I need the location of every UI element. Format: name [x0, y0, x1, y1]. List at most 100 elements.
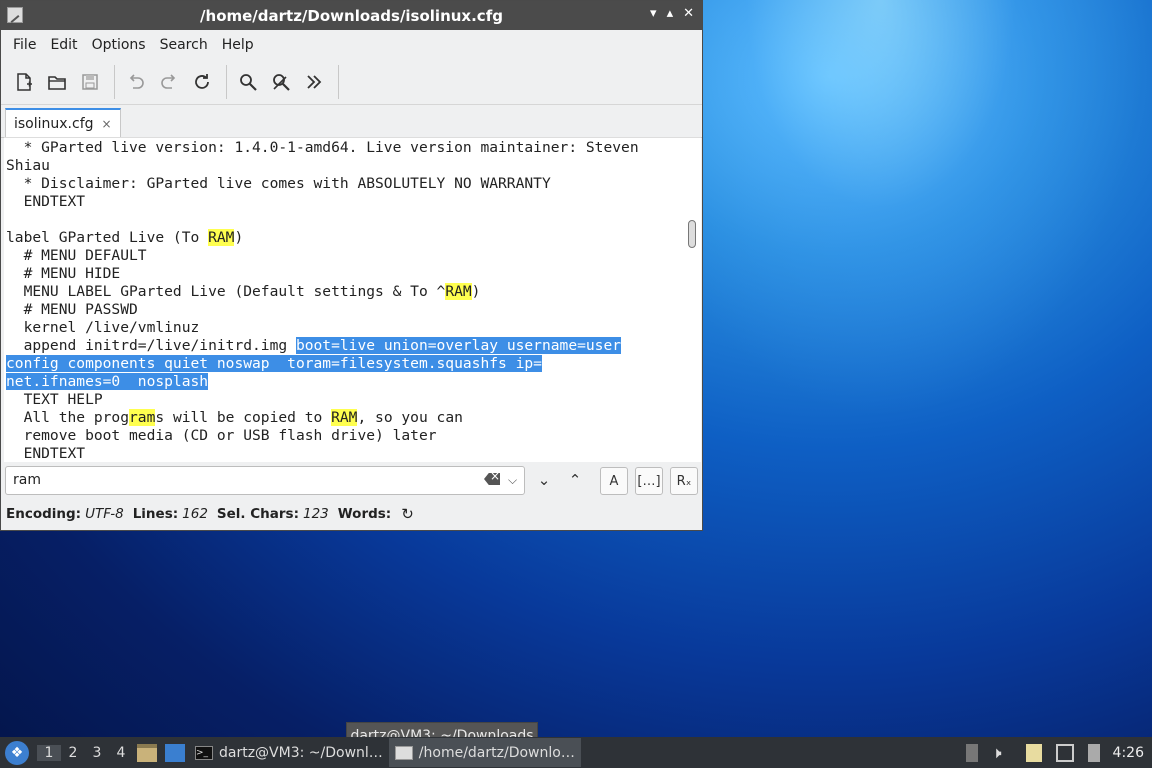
code-line[interactable]: config components quiet noswap toram=fil… — [6, 355, 701, 373]
menu-search[interactable]: Search — [153, 37, 215, 53]
menu-options[interactable]: Options — [85, 37, 153, 53]
code-line[interactable]: append initrd=/live/initrd.img boot=live… — [6, 337, 701, 355]
workspace-3[interactable]: 3 — [85, 745, 109, 761]
regex-button[interactable]: Rₓ — [670, 467, 698, 495]
vertical-scrollbar[interactable] — [688, 220, 696, 248]
go-to-line-icon[interactable] — [299, 67, 329, 97]
code-line[interactable]: MENU LABEL GParted Live (Default setting… — [6, 283, 701, 301]
code-text: * Disclaimer: GParted live comes with AB… — [6, 175, 551, 192]
toolbar — [1, 60, 702, 105]
code-text: ) — [471, 283, 481, 300]
search-input[interactable]: ram — [5, 466, 525, 495]
code-line[interactable]: Shiau — [6, 157, 701, 175]
menu-edit[interactable]: Edit — [43, 37, 84, 53]
search-match: ram — [129, 409, 156, 426]
code-line[interactable]: ENDTEXT — [6, 445, 701, 462]
code-text: # MENU HIDE — [6, 265, 121, 282]
code-line[interactable]: remove boot media (CD or USB flash drive… — [6, 427, 701, 445]
window-title: /home/dartz/Downloads/isolinux.cfg — [200, 7, 503, 25]
volume-icon[interactable]: 🕨 — [992, 743, 1012, 762]
code-text: # MENU DEFAULT — [6, 247, 147, 264]
save-icon[interactable] — [75, 67, 105, 97]
code-text: MENU LABEL GParted Live (Default setting… — [6, 283, 446, 300]
title-bar[interactable]: /home/dartz/Downloads/isolinux.cfg ▾ ▴ ✕ — [1, 1, 702, 30]
sel-chars-value: 123 — [302, 506, 329, 522]
maximize-icon[interactable]: ▴ — [667, 6, 674, 21]
terminal-icon: >_ — [195, 745, 213, 760]
workspace-2[interactable]: 2 — [61, 745, 85, 761]
tab-close-icon[interactable]: × — [102, 117, 112, 131]
menu-bar: File Edit Options Search Help — [1, 30, 702, 60]
redo-icon[interactable] — [154, 67, 184, 97]
task-label: dartz@VM3: ~/Downl… — [219, 744, 383, 761]
code-text: ENDTEXT — [6, 193, 86, 210]
code-text: * GParted live version: 1.4.0-1-amd64. L… — [6, 139, 639, 156]
status-bar: Encoding: UTF-8 Lines: 162 Sel. Chars: 1… — [0, 502, 707, 526]
code-text: label GParted Live (To — [6, 229, 209, 246]
minimize-icon[interactable]: ▾ — [650, 6, 657, 21]
match-case-button[interactable]: A — [600, 467, 628, 495]
undo-icon[interactable] — [121, 67, 151, 97]
find-replace-icon[interactable] — [266, 67, 296, 97]
code-line[interactable]: * Disclaimer: GParted live comes with AB… — [6, 175, 701, 193]
workspace-4[interactable]: 4 — [109, 745, 133, 761]
show-desktop-icon[interactable] — [165, 743, 185, 762]
find-next-button[interactable]: ⌄ — [531, 467, 557, 493]
task-terminal[interactable]: >_ dartz@VM3: ~/Downl… — [189, 738, 389, 767]
code-text: s will be copied to — [155, 409, 332, 426]
find-bar: ram ⌵ ⌄ ⌃ A […] Rₓ — [0, 462, 701, 500]
whole-word-button[interactable]: […] — [635, 467, 663, 495]
code-text: , so you can — [357, 409, 463, 426]
code-text: ) — [234, 229, 244, 246]
code-line[interactable]: net.ifnames=0 nosplash — [6, 373, 701, 391]
menu-help[interactable]: Help — [215, 37, 261, 53]
search-match: RAM — [445, 283, 472, 300]
code-text: Shiau — [6, 157, 50, 174]
tab-isolinux-cfg[interactable]: isolinux.cfg × — [5, 108, 121, 137]
text-editor[interactable]: * GParted live version: 1.4.0-1-amd64. L… — [4, 137, 701, 462]
code-text: kernel /live/vmlinuz — [6, 319, 200, 336]
new-file-icon[interactable] — [9, 67, 39, 97]
close-icon[interactable]: ✕ — [683, 6, 694, 21]
encoding-value: UTF-8 — [85, 506, 124, 522]
code-line[interactable]: # MENU DEFAULT — [6, 247, 701, 265]
task-editor[interactable]: /home/dartz/Downlo… — [388, 738, 581, 767]
selected-text: config components quiet noswap toram=fil… — [6, 355, 542, 372]
code-line[interactable]: All the programs will be copied to RAM, … — [6, 409, 701, 427]
find-previous-button[interactable]: ⌃ — [562, 467, 588, 493]
desktop-wallpaper — [700, 0, 1152, 420]
notes-icon[interactable] — [1025, 743, 1042, 762]
code-line[interactable] — [6, 211, 701, 229]
start-menu-icon[interactable]: ❖ — [5, 740, 29, 765]
open-folder-icon[interactable] — [42, 67, 72, 97]
code-text: ENDTEXT — [6, 445, 86, 462]
notification-icon[interactable] — [1087, 743, 1100, 762]
network-icon[interactable] — [1055, 743, 1074, 762]
code-text: append initrd=/live/initrd.img — [6, 337, 296, 354]
workspace-1[interactable]: 1 — [37, 744, 61, 761]
refresh-word-count-icon[interactable]: ↻ — [401, 505, 414, 523]
clipboard-icon[interactable] — [965, 743, 978, 762]
code-text: remove boot media (CD or USB flash drive… — [6, 427, 437, 444]
code-line[interactable]: # MENU HIDE — [6, 265, 701, 283]
code-line[interactable]: # MENU PASSWD — [6, 301, 701, 319]
reload-icon[interactable] — [187, 67, 217, 97]
lines-value: 162 — [182, 506, 208, 522]
code-line[interactable]: TEXT HELP — [6, 391, 701, 409]
file-manager-icon[interactable] — [137, 743, 157, 762]
task-label: /home/dartz/Downlo… — [418, 744, 575, 761]
menu-file[interactable]: File — [6, 37, 43, 53]
code-line[interactable]: * GParted live version: 1.4.0-1-amd64. L… — [6, 139, 701, 157]
search-match: RAM — [331, 409, 358, 426]
sel-chars-label: Sel. Chars: — [216, 506, 299, 522]
editor-text[interactable]: * GParted live version: 1.4.0-1-amd64. L… — [4, 138, 701, 462]
chevron-down-icon[interactable]: ⌵ — [508, 473, 517, 488]
code-line[interactable]: label GParted Live (To RAM) — [6, 229, 701, 247]
find-icon[interactable] — [233, 67, 263, 97]
system-tray: 🕨 4:26 — [959, 737, 1152, 768]
code-line[interactable]: kernel /live/vmlinuz — [6, 319, 701, 337]
clock[interactable]: 4:26 — [1113, 745, 1144, 761]
code-line[interactable]: ENDTEXT — [6, 193, 701, 211]
toolbar-separator — [226, 65, 227, 99]
text-editor-icon — [394, 745, 413, 760]
